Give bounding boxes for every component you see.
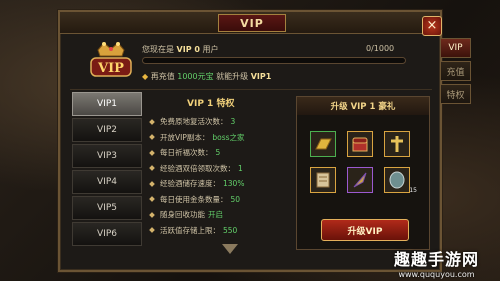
privilege-item: 每日使用金条数量： 50 [149,192,245,208]
title-bar: VIP [60,12,440,34]
window-title: VIP [218,14,286,32]
gift-item-cross[interactable] [384,131,410,157]
privilege-item: 免费原地复活次数： 3 [149,114,245,130]
level-tab-vip6[interactable]: VIP6 [72,222,142,246]
watermark-title: 趣趣手游网 [394,250,480,269]
level-tab-vip3[interactable]: VIP3 [72,144,142,168]
vip-progress-bar [142,57,406,64]
gift-item-chest[interactable] [347,131,373,157]
privilege-item: 经验酒储存速度： 130% [149,176,245,192]
site-watermark: 趣趣手游网 www.ququyou.com [394,246,479,279]
gift-item-scroll[interactable] [310,167,336,193]
gift-item-gold-bar[interactable] [310,131,336,157]
vip-status-area: VIP 您现在是 VIP 0 用户 0/1000 ◆ 再充值 1000元宝 就能… [70,38,432,90]
level-tab-vip2[interactable]: VIP2 [72,118,142,142]
gift-title: 升级 VIP 1 豪礼 [297,97,429,115]
scroll-icon [316,172,330,188]
watermark-url: www.ququyou.com [398,270,475,279]
gift-quantity: 15 [409,187,417,194]
close-button[interactable]: × [422,16,442,36]
privilege-item: 经验酒双倍领取次数： 1 [149,161,245,177]
level-tab-vip4[interactable]: VIP4 [72,170,142,194]
tab-privilege[interactable]: 特权 [441,84,471,104]
ingot-icon: ◆ [142,72,149,81]
gift-item-quill[interactable] [347,167,373,193]
progress-count: 0/1000 [366,44,395,53]
upgrade-vip-button[interactable]: 升级VIP [321,219,409,241]
privilege-item: 每日祈福次数： 5 [149,145,245,161]
vip-level-list: VIP1 VIP2 VIP3 VIP4 VIP5 VIP6 [72,92,142,248]
privilege-title: VIP 1 特权 [187,99,235,109]
treasure-chest-icon [352,137,368,152]
tab-recharge[interactable]: 充值 [441,61,471,81]
tab-vip[interactable]: VIP [441,38,471,58]
gift-grid: 15 [310,131,417,194]
privilege-list: 免费原地复活次数： 3 开放VIP副本： boss之家 每日祈福次数： 5 经验酒双倍… [149,114,245,239]
gold-bar-icon [315,138,332,150]
recharge-hint: ◆ 再充值 1000元宝 就能升级 VIP1 [142,72,272,81]
shield-stone-icon [389,171,405,189]
gift-panel: 升级 VIP 1 豪礼 15 升级VIP [296,96,430,250]
vip-crown-badge-icon: VIP [90,42,132,77]
privilege-item: 活跃值存储上限： 550 [149,223,245,239]
side-tab-bar: VIP 充值 特权 [441,38,471,107]
scroll-down-arrow-icon[interactable] [222,244,238,254]
privilege-item: 随身回收功能 开启 [149,207,245,223]
golden-cross-icon [391,136,403,152]
vip-badge-text: VIP [97,61,124,76]
vip-status-text: 您现在是 VIP 0 用户 [142,45,219,54]
level-tab-vip1[interactable]: VIP1 [72,92,142,116]
feather-quill-icon [353,172,367,188]
gift-item-stone[interactable]: 15 [384,167,417,194]
privilege-item: 开放VIP副本： boss之家 [149,130,245,146]
level-tab-vip5[interactable]: VIP5 [72,196,142,220]
